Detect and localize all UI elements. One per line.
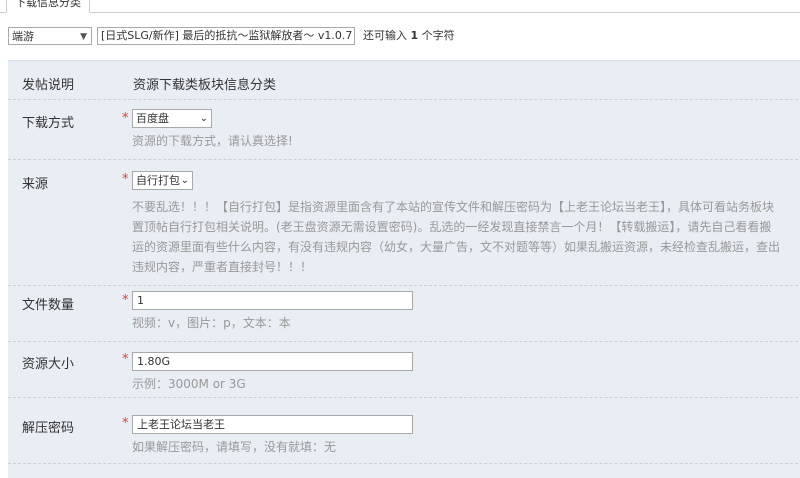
source-desc-line: 违规内容，严重者直接封号！！！ bbox=[132, 260, 313, 274]
form-panel: 发帖说明 资源下载类板块信息分类 下载方式 * 百度盘 ⌄ 资源的下载方式，请认… bbox=[8, 60, 800, 478]
row-intro: 发帖说明 资源下载类板块信息分类 bbox=[8, 61, 800, 100]
download-method-hint: 资源的下载方式，请认真选择! bbox=[132, 134, 293, 148]
title-row: 端游 ▼ [日式SLG/新作] 最后的抵抗～监狱解放者～ v1.0.7 官中 还… bbox=[8, 27, 800, 47]
size-label: 资源大小 bbox=[22, 357, 75, 372]
row-source: 来源 * 自行打包 ⌄ 不要乱选！！！【自行打包】是指资源里面含有了本站的宣传文… bbox=[8, 159, 800, 286]
password-hint: 如果解压密码，请填写，没有就填：无 bbox=[132, 440, 337, 454]
password-input[interactable]: 上老王论坛当老王 bbox=[132, 415, 413, 434]
post-type-value: 端游 bbox=[12, 30, 34, 43]
required-mark: * bbox=[122, 172, 129, 187]
intro-value: 资源下载类板块信息分类 bbox=[133, 78, 277, 93]
password-label: 解压密码 bbox=[22, 421, 75, 436]
source-label: 来源 bbox=[22, 177, 49, 192]
remain-prefix: 还可输入 bbox=[363, 29, 407, 42]
chevron-down-icon: ⌄ bbox=[199, 113, 208, 124]
tab-bar: 下载信息分类 bbox=[0, 0, 800, 13]
row-file-count: 文件数量 * 1 视频：v，图片：p，文本：本 bbox=[8, 285, 800, 342]
source-value: 自行打包 bbox=[136, 174, 180, 187]
source-desc-line: 置顶帖自行打包相关说明。(老王盘资源无需设置密码)。乱选的一经发现直接禁言一个月… bbox=[132, 220, 772, 234]
size-hint: 示例：3000M or 3G bbox=[132, 377, 246, 391]
post-type-select[interactable]: 端游 ▼ bbox=[8, 27, 92, 45]
download-method-value: 百度盘 bbox=[136, 112, 169, 125]
required-mark: * bbox=[122, 111, 129, 126]
size-input[interactable]: 1.80G bbox=[132, 352, 413, 371]
file-count-input[interactable]: 1 bbox=[132, 291, 413, 310]
remaining-chars: 还可输入 1 个字符 bbox=[363, 27, 455, 45]
source-desc-line: 运的资源里面有些什么内容，有没有违规内容（幼女，大量广告，文不对题等等）如果乱搬… bbox=[132, 240, 781, 254]
remain-count: 1 bbox=[410, 29, 419, 42]
required-mark: * bbox=[122, 352, 129, 367]
download-method-label: 下载方式 bbox=[22, 116, 75, 131]
file-count-label: 文件数量 bbox=[22, 298, 75, 313]
download-method-select[interactable]: 百度盘 ⌄ bbox=[132, 109, 212, 128]
source-desc-line: 不要乱选！！！【自行打包】是指资源里面含有了本站的宣传文件和解压密码为【上老王论… bbox=[132, 200, 775, 214]
chevron-down-icon: ▼ bbox=[80, 32, 87, 42]
required-mark: * bbox=[122, 416, 129, 431]
row-size: 资源大小 * 1.80G 示例：3000M or 3G bbox=[8, 341, 800, 398]
chevron-down-icon: ⌄ bbox=[180, 175, 189, 186]
tab-download-info[interactable]: 下载信息分类 bbox=[6, 0, 90, 13]
row-password: 解压密码 * 上老王论坛当老王 如果解压密码，请填写，没有就填：无 bbox=[8, 397, 800, 464]
source-description: 不要乱选！！！【自行打包】是指资源里面含有了本站的宣传文件和解压密码为【上老王论… bbox=[132, 197, 800, 277]
file-count-hint: 视频：v，图片：p，文本：本 bbox=[132, 316, 291, 330]
post-title-input[interactable]: [日式SLG/新作] 最后的抵抗～监狱解放者～ v1.0.7 官中 bbox=[97, 27, 355, 45]
row-download-method: 下载方式 * 百度盘 ⌄ 资源的下载方式，请认真选择! bbox=[8, 99, 800, 160]
intro-label: 发帖说明 bbox=[22, 78, 75, 93]
remain-suffix: 个字符 bbox=[421, 29, 455, 42]
required-mark: * bbox=[122, 293, 129, 308]
source-select[interactable]: 自行打包 ⌄ bbox=[132, 171, 193, 190]
